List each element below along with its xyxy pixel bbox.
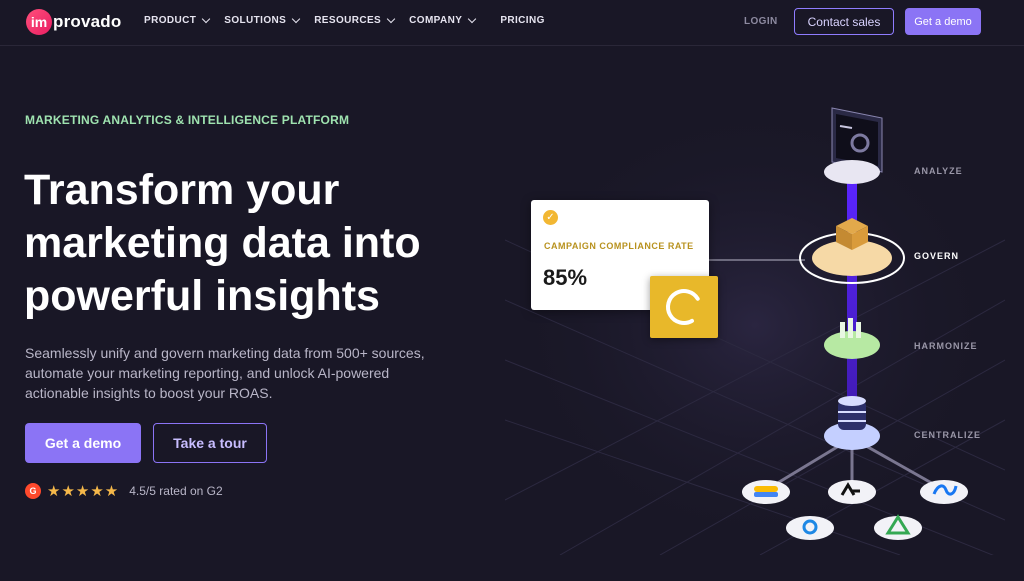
top-nav: im provado PRODUCT SOLUTIONS RESOURCES C… <box>0 0 1024 46</box>
login-link[interactable]: LOGIN <box>744 16 778 27</box>
menu-item-label: RESOURCES <box>314 15 382 26</box>
rating-stars-icon: ★★★★★ <box>47 483 120 500</box>
hero-eyebrow: MARKETING ANALYTICS & INTELLIGENCE PLATF… <box>25 113 350 127</box>
menu-item-product[interactable]: PRODUCT <box>144 14 211 26</box>
menu-item-company[interactable]: COMPANY <box>409 14 477 26</box>
hero-get-demo-button[interactable]: Get a demo <box>25 423 141 463</box>
stage-label-analyze: ANALYZE <box>914 166 963 176</box>
logo-text: provado <box>53 12 122 31</box>
chevron-down-icon <box>291 14 301 24</box>
analyze-monitor-icon <box>824 107 883 184</box>
refresh-source-icon <box>786 516 834 540</box>
platform-illustration <box>505 95 1005 555</box>
stage-label-centralize: CENTRALIZE <box>914 430 981 440</box>
hero-subtext: Seamlessly unify and govern marketing da… <box>25 345 425 401</box>
adwords-source-icon <box>874 514 922 540</box>
g2-rating[interactable]: G ★★★★★ 4.5/5 rated on G2 <box>25 481 223 501</box>
progress-ring-icon <box>650 276 718 338</box>
menu-item-label: COMPANY <box>409 15 463 26</box>
g2-logo-icon: G <box>25 483 41 499</box>
menu-item-pricing[interactable]: PRICING <box>500 15 544 26</box>
main-menu: PRODUCT SOLUTIONS RESOURCES COMPANY PRIC… <box>144 14 560 26</box>
menu-item-label: SOLUTIONS <box>224 15 287 26</box>
take-tour-button[interactable]: Take a tour <box>153 423 267 463</box>
nav-get-demo-button[interactable]: Get a demo <box>905 8 981 35</box>
check-icon: ✓ <box>543 210 558 225</box>
google-ads-source-icon <box>742 480 790 504</box>
rating-text: 4.5/5 rated on G2 <box>129 484 223 498</box>
menu-item-solutions[interactable]: SOLUTIONS <box>224 14 301 26</box>
card-label: CAMPAIGN COMPLIANCE RATE <box>544 241 694 251</box>
headline-line: marketing data into <box>24 219 421 267</box>
chevron-down-icon <box>202 14 211 24</box>
chevron-down-icon <box>386 14 396 24</box>
logo-mark: im <box>26 9 52 35</box>
menu-item-label: PRODUCT <box>144 15 197 26</box>
headline-line: Transform your <box>24 166 340 214</box>
card-value: 85% <box>543 265 588 290</box>
stage-label-govern: GOVERN <box>914 251 960 261</box>
chevron-down-icon <box>468 14 477 24</box>
headline-line: powerful insights <box>24 272 380 320</box>
hero-headline: Transform your marketing data into power… <box>24 164 484 323</box>
facebook-source-icon <box>920 480 968 504</box>
stage-label-harmonize: HARMONIZE <box>914 341 978 351</box>
contact-sales-button[interactable]: Contact sales <box>794 8 894 35</box>
improvado-logo[interactable]: im provado <box>26 8 121 36</box>
menu-item-resources[interactable]: RESOURCES <box>314 14 396 26</box>
criteo-source-icon <box>828 480 876 504</box>
